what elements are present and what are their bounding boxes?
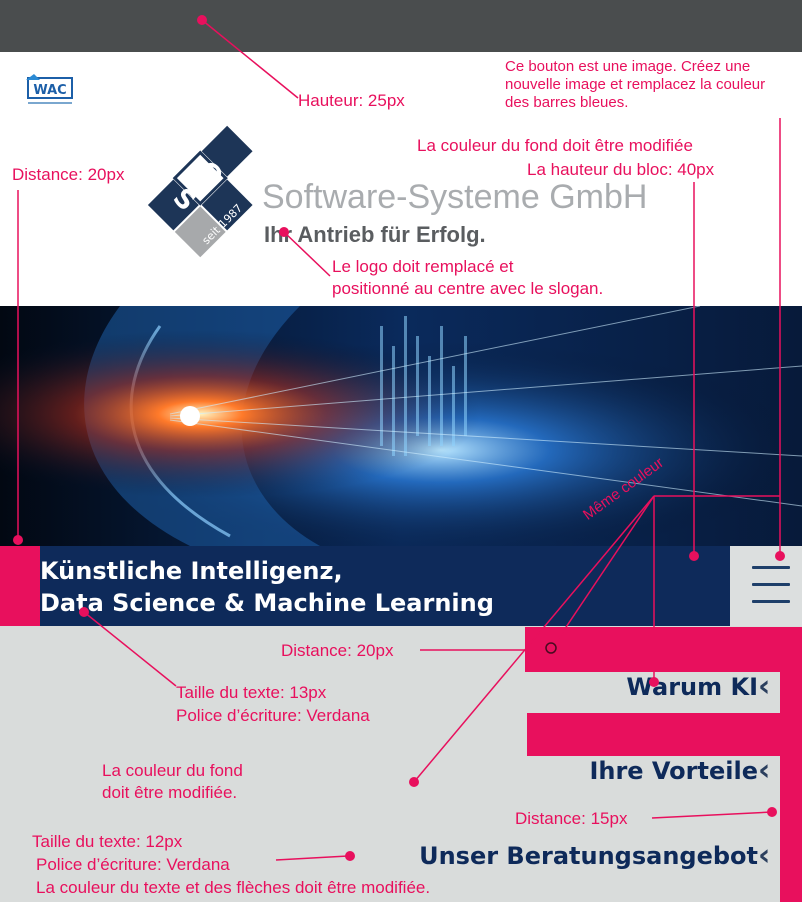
note-fond-modifie: La couleur du fond doit être modifiée <box>417 136 693 155</box>
note-hauteur: Hauteur: 25px <box>298 91 405 110</box>
chevron-left-icon[interactable]: ‹ <box>758 669 770 704</box>
note-police-verdana-2: Police d’écriture: Verdana <box>36 855 230 874</box>
wac-logo-text: WAC <box>33 83 66 98</box>
note-distance-left: Distance: 20px <box>12 165 125 184</box>
ai-hero-illustration <box>0 306 802 546</box>
menu-bar-icon <box>752 583 790 586</box>
note-bouton-image: Ce bouton est une image. Créez une nouve… <box>505 58 766 111</box>
note-police-verdana-1: Police d’écriture: Verdana <box>176 706 370 725</box>
nav-item-beratungsangebot[interactable]: Unser Beratungsangebot <box>419 842 758 870</box>
note-taille-12: Taille du texte: 12px <box>32 832 183 851</box>
menu-bar-icon <box>752 566 790 569</box>
wac-logo[interactable]: WAC <box>24 72 80 112</box>
note-distance-15: Distance: 15px <box>515 809 628 828</box>
chevron-left-icon[interactable]: ‹ <box>758 753 770 788</box>
distance-marker-left <box>0 546 40 626</box>
distance-marker-20 <box>525 627 802 672</box>
note-couleur-fleches: La couleur du texte et des flèches doit … <box>36 878 431 897</box>
dos-logo[interactable]: D O S seit 1987 <box>136 118 256 258</box>
banner-title: Künstliche Intelligenz, Data Science & M… <box>40 555 600 619</box>
note-taille-13: Taille du texte: 13px <box>176 683 327 702</box>
note-fond-modifie-2: La couleur du fond doit être modifiée. <box>102 761 243 802</box>
note-logo-remplace: Le logo doit remplacé et positionné au c… <box>332 257 604 298</box>
banner-title-line-2: Data Science & Machine Learning <box>40 589 494 617</box>
note-distance-mid: Distance: 20px <box>281 641 394 660</box>
chevron-left-icon[interactable]: ‹ <box>758 838 770 873</box>
company-name: Software-Systeme GmbH <box>262 178 648 216</box>
company-slogan: Ihr Antrieb für Erfolg. <box>264 222 486 247</box>
menu-button[interactable] <box>730 546 802 626</box>
top-bar <box>0 0 802 52</box>
hero-image <box>0 306 802 546</box>
nav-item-ihre-vorteile[interactable]: Ihre Vorteile <box>589 757 758 785</box>
nav-item-warum-ki[interactable]: Warum KI <box>626 673 758 701</box>
dos-logo-icon: D O S seit 1987 <box>147 125 253 258</box>
banner-title-line-1: Künstliche Intelligenz, <box>40 557 343 585</box>
distance-marker-15 <box>780 672 802 902</box>
wac-logo-icon: WAC <box>26 74 73 104</box>
note-hauteur-bloc: La hauteur du bloc: 40px <box>527 160 715 179</box>
menu-bar-icon <box>752 600 790 603</box>
distance-marker-nav <box>527 713 802 756</box>
